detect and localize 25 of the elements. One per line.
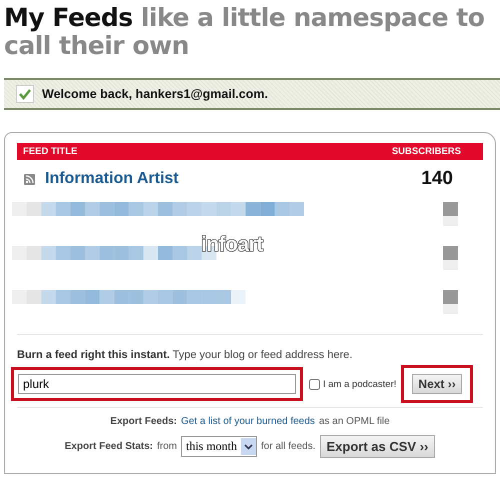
export-csv-button[interactable]: Export as CSV ›› xyxy=(320,435,436,458)
pixelated-count xyxy=(443,290,458,314)
pixelated-count xyxy=(443,202,458,226)
feed-title-link[interactable]: Information Artist xyxy=(45,170,179,188)
export-feeds-suffix: as an OPML file xyxy=(318,416,390,427)
period-dropdown[interactable]: this month xyxy=(181,436,258,457)
podcaster-checkbox[interactable] xyxy=(309,378,320,390)
annotation-label: infoart xyxy=(201,233,263,257)
feed-address-field[interactable]: plurk xyxy=(18,374,296,394)
burn-instructions: Burn a feed right this instant. Type your blog or feed address here. xyxy=(17,349,354,361)
export-feeds-label: Export Feeds: xyxy=(110,416,177,427)
podcaster-label: I am a podcaster! xyxy=(323,378,396,390)
export-stats-label: Export Feed Stats: xyxy=(64,441,153,452)
column-header: FEED TITLE xyxy=(23,146,78,157)
check-icon xyxy=(16,85,34,103)
from-label: from xyxy=(157,441,177,452)
opml-link[interactable]: Get a list of your burned feeds xyxy=(180,416,315,427)
page-heading: My Feeds like a little namespace to call their own xyxy=(3,2,486,60)
column-header: SUBSCRIBERS xyxy=(392,146,461,157)
next-button[interactable]: Next ›› xyxy=(412,374,462,394)
pixelated-count xyxy=(443,246,458,270)
feed-icon xyxy=(24,174,35,184)
export-stats-suffix: for all feeds. xyxy=(261,441,316,452)
subscriber-count: 140 xyxy=(421,168,453,190)
welcome-text: Welcome back, hankers1@gmail.com. xyxy=(42,87,268,101)
